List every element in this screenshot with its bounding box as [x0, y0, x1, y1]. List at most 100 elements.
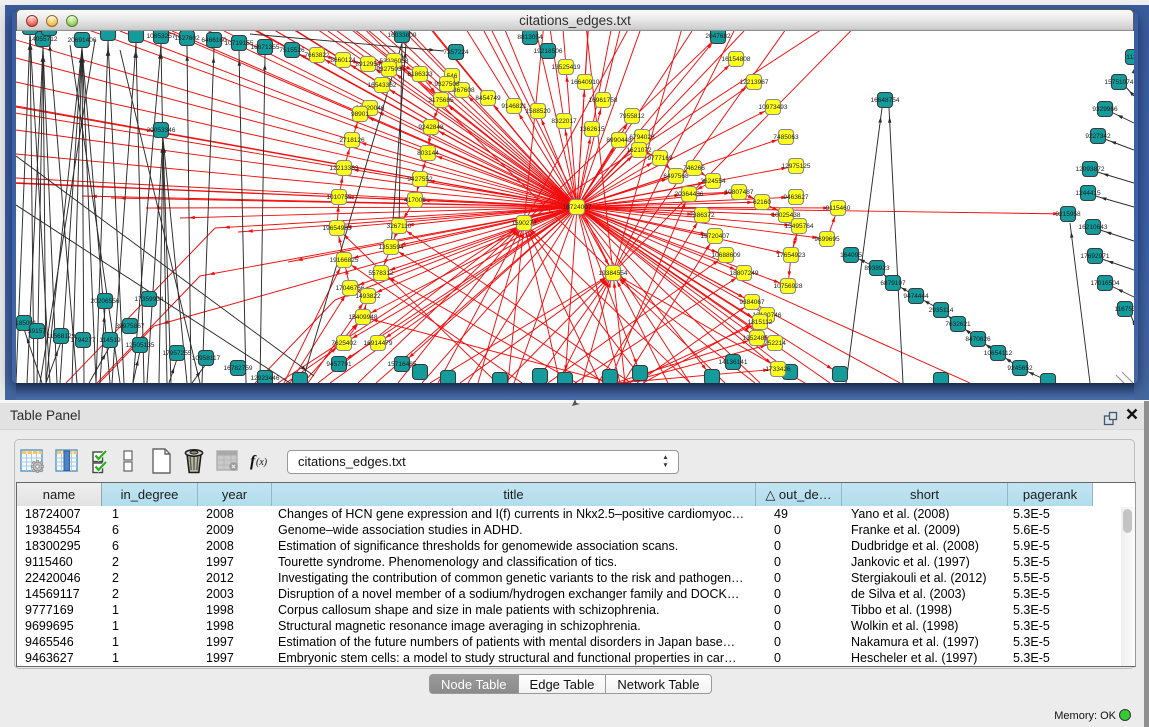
svg-text:9215958: 9215958 — [1055, 211, 1081, 218]
svg-text:7632621: 7632621 — [945, 321, 971, 328]
svg-text:1794277: 1794277 — [70, 337, 96, 344]
svg-text:16671355: 16671355 — [251, 44, 280, 51]
svg-text:15409948: 15409948 — [349, 314, 378, 321]
svg-text:15720407: 15720407 — [701, 233, 730, 240]
svg-text:6497568: 6497568 — [663, 173, 689, 180]
svg-text:3175685: 3175685 — [428, 97, 454, 104]
svg-text:39157: 39157 — [28, 328, 46, 335]
svg-text:1621072: 1621072 — [626, 147, 652, 154]
svg-text:16640910: 16640910 — [571, 79, 600, 86]
svg-text:98901: 98901 — [351, 111, 369, 118]
svg-text:417006: 417006 — [404, 197, 426, 204]
svg-text:15751074: 15751074 — [1105, 79, 1134, 86]
svg-text:29053346: 29053346 — [147, 127, 176, 134]
svg-text:12093872: 12093872 — [1076, 166, 1105, 173]
svg-text:12505135: 12505135 — [126, 342, 155, 349]
svg-text:2047682: 2047682 — [705, 33, 731, 40]
svg-text:1010755: 1010755 — [326, 194, 352, 201]
svg-text:1527602: 1527602 — [174, 35, 200, 42]
svg-text:116753: 116753 — [1114, 306, 1134, 313]
svg-text:16961758: 16961758 — [589, 97, 618, 104]
svg-text:9242848: 9242848 — [418, 124, 444, 131]
svg-text:1112: 1112 — [1126, 54, 1134, 61]
svg-text:9146821: 9146821 — [501, 103, 527, 110]
svg-text:10719155: 10719155 — [225, 40, 254, 47]
svg-text:18724007: 18724007 — [563, 204, 592, 211]
svg-text:8912954: 8912954 — [355, 61, 381, 68]
svg-text:8322017: 8322017 — [551, 118, 577, 125]
svg-text:18807249: 18807249 — [730, 270, 759, 277]
svg-text:19384554: 19384554 — [599, 270, 628, 277]
svg-text:17692971: 17692971 — [1081, 253, 1110, 260]
svg-text:114519: 114519 — [99, 337, 121, 344]
svg-text:17654923: 17654923 — [777, 252, 806, 259]
svg-text:14055712: 14055712 — [29, 36, 58, 43]
svg-text:2935114: 2935114 — [929, 307, 954, 314]
svg-text:5578312: 5578312 — [368, 270, 394, 277]
svg-text:803144: 803144 — [417, 150, 439, 157]
svg-text:1353594: 1353594 — [378, 244, 404, 251]
svg-text:7515526: 7515526 — [279, 47, 305, 54]
svg-text:9463627: 9463627 — [783, 194, 809, 201]
svg-text:7663822: 7663822 — [304, 52, 330, 59]
svg-text:16543362: 16543362 — [368, 82, 397, 89]
svg-text:9777169: 9777169 — [647, 155, 673, 162]
svg-text:7485063: 7485063 — [773, 134, 799, 141]
svg-text:8938923: 8938923 — [864, 265, 890, 272]
svg-text:746266: 746266 — [683, 165, 705, 172]
svg-text:20364436: 20364436 — [675, 191, 704, 198]
svg-text:9699695: 9699695 — [814, 236, 840, 243]
svg-text:16648754: 16648754 — [871, 97, 900, 104]
svg-text:9384067: 9384067 — [739, 299, 765, 306]
svg-text:10654112: 10654112 — [984, 350, 1013, 357]
svg-text:1493822: 1493822 — [355, 293, 381, 300]
svg-text:8470626: 8470626 — [965, 336, 991, 343]
svg-text:39975867: 39975867 — [116, 323, 145, 330]
svg-text:252214: 252214 — [764, 340, 786, 347]
svg-text:20206556: 20206556 — [91, 298, 120, 305]
svg-text:9245652: 9245652 — [1007, 365, 1033, 372]
svg-text:7955812: 7955812 — [619, 113, 645, 120]
svg-text:16033809: 16033809 — [388, 32, 417, 39]
svg-text:9327508: 9327508 — [434, 81, 460, 88]
svg-text:12975125: 12975125 — [782, 163, 811, 170]
svg-text:6794028: 6794028 — [629, 134, 655, 141]
svg-text:1590273: 1590273 — [511, 220, 537, 227]
svg-text:3267110: 3267110 — [387, 223, 412, 230]
svg-text:10958117: 10958117 — [192, 355, 221, 362]
svg-text:7357224: 7357224 — [443, 49, 469, 56]
svg-text:7625402: 7625402 — [331, 340, 357, 347]
svg-text:10973493: 10973493 — [759, 104, 788, 111]
svg-text:12213383: 12213383 — [330, 165, 359, 172]
svg-text:16210643: 16210643 — [1079, 224, 1108, 231]
svg-text:10688609: 10688609 — [712, 252, 741, 259]
svg-text:8813054: 8813054 — [517, 34, 543, 41]
svg-text:9329966: 9329966 — [1092, 106, 1118, 113]
svg-text:1588520: 1588520 — [525, 108, 551, 115]
svg-text:3624554: 3624554 — [700, 178, 726, 185]
svg-text:16914479: 16914479 — [364, 340, 393, 347]
svg-text:9474444: 9474444 — [903, 293, 929, 300]
svg-text:7386372: 7386372 — [689, 212, 715, 219]
svg-text:10756928: 10756928 — [774, 283, 803, 290]
svg-text:14136141: 14136141 — [719, 359, 748, 366]
svg-text:13525419: 13525419 — [552, 64, 581, 71]
svg-text:1733426: 1733426 — [765, 366, 791, 373]
svg-text:15716485: 15716485 — [388, 361, 417, 368]
svg-text:16782759: 16782759 — [224, 365, 253, 372]
svg-text:12213967: 12213967 — [740, 79, 769, 86]
svg-text:19218506: 19218506 — [534, 48, 563, 55]
svg-text:8454749: 8454749 — [475, 95, 501, 102]
svg-text:9427552: 9427552 — [407, 176, 433, 183]
svg-text:19166825: 19166825 — [330, 257, 359, 264]
svg-text:15495764: 15495764 — [785, 223, 814, 230]
svg-text:1362615: 1362615 — [579, 126, 605, 133]
svg-text:1815112: 1815112 — [748, 319, 773, 326]
svg-text:8990448: 8990448 — [606, 137, 632, 144]
svg-text:8660124: 8660124 — [330, 57, 356, 64]
svg-text:17957255: 17957255 — [163, 350, 192, 357]
svg-text:(x): (x) — [256, 457, 268, 468]
svg-text:62160: 62160 — [753, 199, 771, 206]
svg-text:10807487: 10807487 — [725, 189, 754, 196]
svg-text:2718126: 2718126 — [339, 137, 365, 144]
